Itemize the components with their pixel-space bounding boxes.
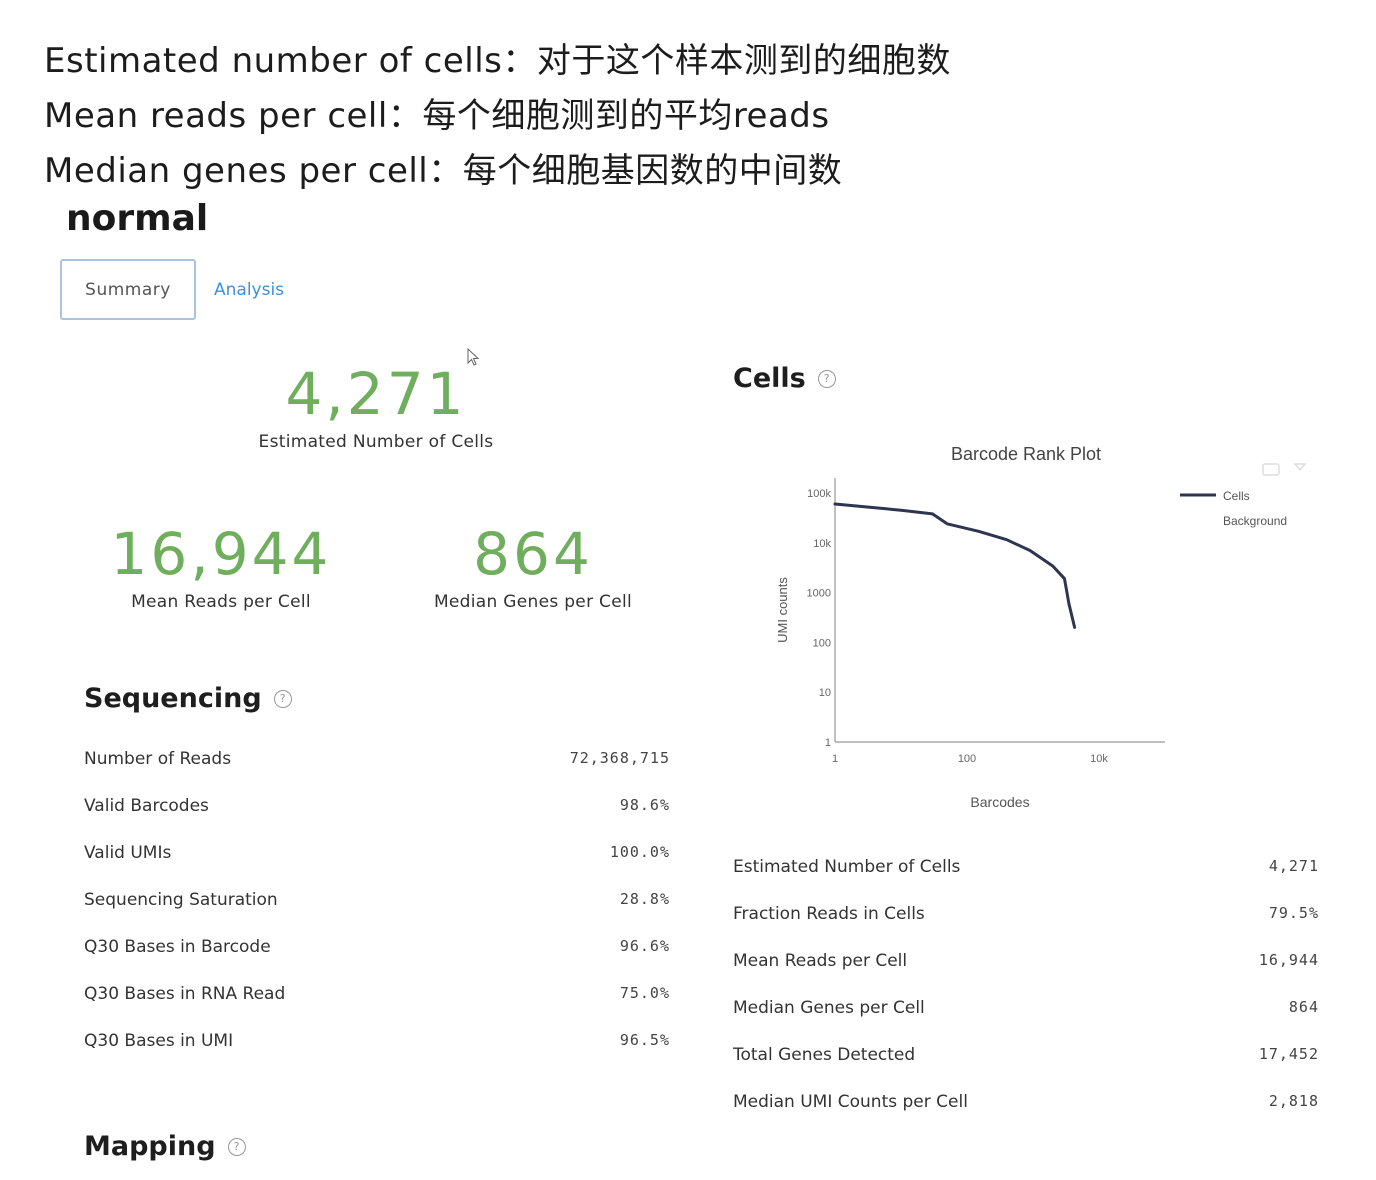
tab-summary[interactable]: Summary <box>60 259 196 320</box>
y-tick-label: 10k <box>813 538 831 550</box>
note-line-cells: Estimated number of cells：对于这个样本测到的细胞数 <box>44 41 951 81</box>
row-label: Valid UMIs <box>84 843 172 863</box>
y-tick-label: 10 <box>819 687 831 699</box>
table-row: Total Genes Detected 17,452 <box>733 1045 1319 1092</box>
row-value: 98.6% <box>619 796 670 814</box>
y-axis-label: UMI counts <box>775 577 790 643</box>
row-value: 28.8% <box>619 890 670 908</box>
row-value: 16,944 <box>1258 951 1319 969</box>
table-row: Sequencing Saturation 28.8% <box>84 890 670 937</box>
row-label: Fraction Reads in Cells <box>733 904 925 924</box>
table-row: Median UMI Counts per Cell 2,818 <box>733 1092 1319 1139</box>
note-line-reads: Mean reads per cell：每个细胞测到的平均reads <box>44 96 830 136</box>
row-label: Total Genes Detected <box>733 1045 916 1065</box>
table-row: Q30 Bases in RNA Read 75.0% <box>84 984 670 1031</box>
row-value: 79.5% <box>1268 904 1319 922</box>
x-axis-label: Barcodes <box>970 794 1029 810</box>
legend-label-cells: Cells <box>1223 489 1250 503</box>
camera-icon[interactable] <box>1262 463 1280 476</box>
row-label: Valid Barcodes <box>84 796 209 816</box>
legend-label-background: Background <box>1223 514 1287 528</box>
x-tick-label: 1 <box>832 753 838 765</box>
y-tick-group: 1 10 100 1000 10k 100k <box>807 488 832 749</box>
help-icon[interactable]: ? <box>817 369 836 388</box>
row-label: Median UMI Counts per Cell <box>733 1092 968 1112</box>
stat-median-genes: 864 Median Genes per Cell <box>408 522 658 612</box>
table-row: Q30 Bases in UMI 96.5% <box>84 1031 670 1078</box>
row-value: 96.6% <box>619 937 670 955</box>
tab-analysis[interactable]: Analysis <box>214 280 284 300</box>
notes-panel: Estimated number of cells：对于这个样本测到的细胞数 M… <box>44 34 951 199</box>
row-value: 72,368,715 <box>569 749 670 767</box>
table-row: Valid Barcodes 98.6% <box>84 796 670 843</box>
row-value: 864 <box>1288 998 1319 1016</box>
row-value: 4,271 <box>1268 857 1319 875</box>
sample-title: normal <box>66 198 209 239</box>
row-value: 17,452 <box>1258 1045 1319 1063</box>
stat-estimated-cells: 4,271 Estimated Number of Cells <box>236 362 516 452</box>
sequencing-table: Number of Reads 72,368,715 Valid Barcodes… <box>84 749 670 1078</box>
table-row: Q30 Bases in Barcode 96.6% <box>84 937 670 984</box>
series-line-cells <box>833 502 1077 629</box>
stat-mean-reads: 16,944 Mean Reads per Cell <box>96 522 346 612</box>
row-label: Number of Reads <box>84 749 232 769</box>
cells-table: Estimated Number of Cells 4,271 Fraction … <box>733 857 1319 1139</box>
row-label: Q30 Bases in RNA Read <box>84 984 286 1004</box>
row-label: Q30 Bases in UMI <box>84 1031 234 1051</box>
help-icon[interactable]: ? <box>227 1137 246 1156</box>
cells-heading: Cells ? <box>733 363 836 394</box>
sequencing-title: Sequencing <box>84 683 262 714</box>
row-label: Sequencing Saturation <box>84 890 278 910</box>
table-row: Valid UMIs 100.0% <box>84 843 670 890</box>
row-label: Q30 Bases in Barcode <box>84 937 271 957</box>
tab-bar: Summary Analysis <box>60 259 284 320</box>
barcode-rank-plot: Barcode Rank Plot 1 10 100 1000 10k 100k 1 100… <box>775 444 1307 810</box>
table-row: Fraction Reads in Cells 79.5% <box>733 904 1319 951</box>
row-value: 100.0% <box>609 843 670 861</box>
row-label: Mean Reads per Cell <box>733 951 908 971</box>
table-row: Number of Reads 72,368,715 <box>84 749 670 796</box>
stat-median-genes-value: 864 <box>473 520 593 588</box>
stat-estimated-cells-value: 4,271 <box>285 360 467 428</box>
note-line-genes: Median genes per cell：每个细胞基因数的中间数 <box>44 151 843 191</box>
stat-mean-reads-label: Mean Reads per Cell <box>131 592 311 612</box>
sequencing-heading: Sequencing ? <box>84 683 292 714</box>
row-value: 2,818 <box>1268 1092 1319 1110</box>
stat-median-genes-label: Median Genes per Cell <box>433 592 633 612</box>
table-row: Estimated Number of Cells 4,271 <box>733 857 1319 904</box>
y-tick-label: 100k <box>807 488 831 500</box>
cells-title: Cells <box>733 363 806 394</box>
chart-legend: Cells Background <box>1180 489 1287 528</box>
y-tick-label: 1 <box>825 737 831 749</box>
row-value: 96.5% <box>619 1031 670 1049</box>
row-label: Estimated Number of Cells <box>733 857 961 877</box>
help-icon[interactable]: ? <box>273 689 292 708</box>
row-value: 75.0% <box>619 984 670 1002</box>
plot-toolbar <box>1262 463 1307 476</box>
chart-title: Barcode Rank Plot <box>951 444 1101 464</box>
x-tick-label: 100 <box>958 753 976 765</box>
zoom-icon[interactable] <box>1293 463 1307 472</box>
stat-estimated-cells-label: Estimated Number of Cells <box>258 432 494 452</box>
stat-mean-reads-value: 16,944 <box>110 520 332 588</box>
x-tick-group: 1 100 10k <box>832 753 1108 765</box>
x-tick-label: 10k <box>1090 753 1108 765</box>
mapping-heading: Mapping ? <box>84 1131 246 1162</box>
mapping-title: Mapping <box>84 1131 216 1162</box>
table-row: Mean Reads per Cell 16,944 <box>733 951 1319 998</box>
y-tick-label: 100 <box>813 637 831 649</box>
row-label: Median Genes per Cell <box>733 998 925 1018</box>
y-tick-label: 1000 <box>807 588 831 600</box>
table-row: Median Genes per Cell 864 <box>733 998 1319 1045</box>
